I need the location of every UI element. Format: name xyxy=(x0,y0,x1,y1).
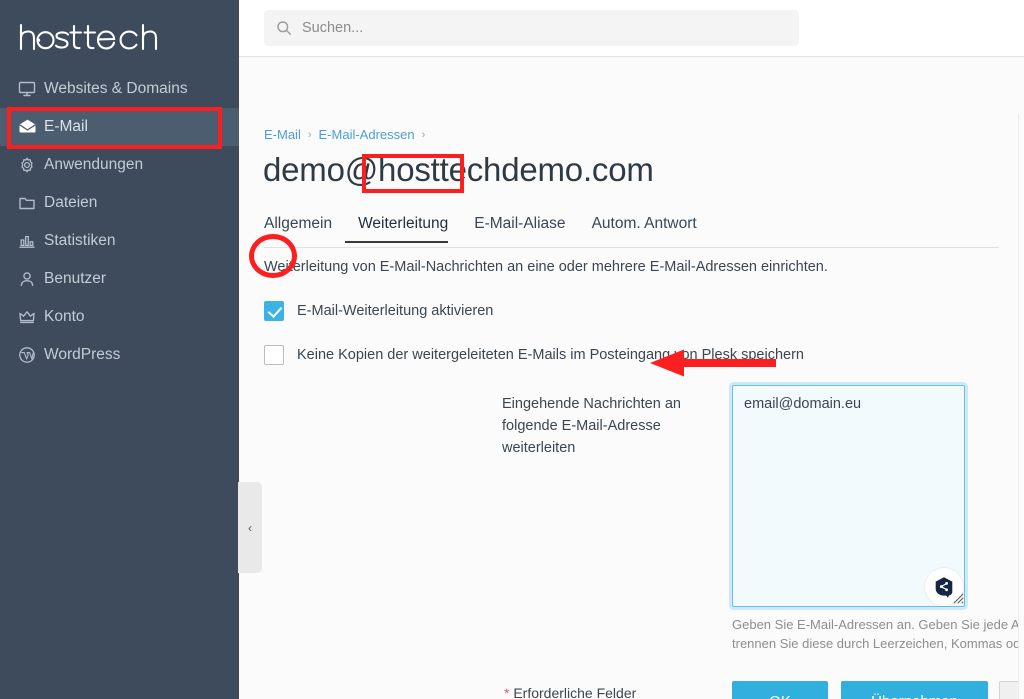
sidebar-item-benutzer[interactable]: Benutzer xyxy=(0,260,239,298)
apply-button[interactable]: Übernehmen xyxy=(841,681,988,699)
folder-icon xyxy=(18,193,44,213)
envelope-icon xyxy=(18,117,44,137)
search-box[interactable] xyxy=(264,10,799,46)
tab-email-aliase[interactable]: E-Mail-Aliase xyxy=(461,215,578,242)
sidebar-item-label: WordPress xyxy=(44,346,121,364)
enable-forwarding-label[interactable]: E-Mail-Weiterleitung aktivieren xyxy=(297,303,493,319)
no-copies-label[interactable]: Keine Kopien der weitergeleiteten E-Mail… xyxy=(297,347,804,363)
bar-chart-icon xyxy=(18,231,44,251)
chevron-right-icon: › xyxy=(307,128,312,141)
tab-bar: Allgemein Weiterleitung E-Mail-Aliase Au… xyxy=(264,215,999,248)
enable-forwarding-checkbox[interactable] xyxy=(264,301,284,321)
plesk-webmail-page: Websites & Domains E-Mail Anwendungen Da… xyxy=(0,0,1024,699)
forward-field-label: Eingehende Nachrichten an folgende E-Mai… xyxy=(502,396,681,456)
enable-forwarding-row[interactable]: E-Mail-Weiterleitung aktivieren xyxy=(264,301,493,321)
sidebar-collapse-toggle[interactable]: ‹ xyxy=(238,482,262,573)
gear-icon xyxy=(18,155,44,175)
search-icon xyxy=(276,20,298,36)
sidebar-item-label: E-Mail xyxy=(44,118,88,136)
sidebar-item-email[interactable]: E-Mail xyxy=(0,108,239,146)
sidebar-item-wordpress[interactable]: WordPress xyxy=(0,336,239,374)
breadcrumb: E-Mail › E-Mail-Adressen › xyxy=(264,127,425,142)
required-fields-label: Erforderliche Felder xyxy=(513,685,637,699)
chevron-left-icon: ‹ xyxy=(248,520,252,535)
sidebar-item-statistiken[interactable]: Statistiken xyxy=(0,222,239,260)
sidebar-item-anwendungen[interactable]: Anwendungen xyxy=(0,146,239,184)
sidebar-item-label: Dateien xyxy=(44,194,98,212)
content-scroll-edge[interactable] xyxy=(1018,114,1024,699)
sidebar-item-dateien[interactable]: Dateien xyxy=(0,184,239,222)
breadcrumb-item-email[interactable]: E-Mail xyxy=(264,127,301,142)
sidebar-item-label: Websites & Domains xyxy=(44,80,188,98)
breadcrumb-item-email-addresses[interactable]: E-Mail-Adressen xyxy=(319,127,415,142)
required-fields-note: * Erforderliche Felder xyxy=(504,685,636,699)
grammar-assistant-badge[interactable] xyxy=(925,568,963,606)
top-bar xyxy=(239,0,1024,57)
monitor-icon xyxy=(18,79,44,99)
no-copies-row[interactable]: Keine Kopien der weitergeleiteten E-Mail… xyxy=(264,345,804,365)
form-description: Weiterleitung von E-Mail-Nachrichten an … xyxy=(264,259,828,275)
user-icon xyxy=(18,269,44,289)
required-asterisk: * xyxy=(504,685,510,699)
forward-field-hint: Geben Sie E-Mail-Adressen an. Geben Sie … xyxy=(732,617,1024,651)
wordpress-icon xyxy=(18,345,44,365)
chevron-right-icon: › xyxy=(421,128,426,141)
ok-button[interactable]: OK xyxy=(732,681,828,699)
sidebar-nav: Websites & Domains E-Mail Anwendungen Da… xyxy=(0,70,239,374)
tab-allgemein[interactable]: Allgemein xyxy=(264,215,345,242)
content-area: E-Mail › E-Mail-Adressen › demo@hosttech… xyxy=(239,57,1024,699)
main-area: E-Mail › E-Mail-Adressen › demo@hosttech… xyxy=(239,0,1024,699)
page-title: demo@hosttechdemo.com xyxy=(263,151,654,188)
sidebar-item-konto[interactable]: Konto xyxy=(0,298,239,336)
sidebar-item-label: Konto xyxy=(44,308,85,326)
sidebar-item-label: Statistiken xyxy=(44,232,116,250)
sidebar-item-websites-domains[interactable]: Websites & Domains xyxy=(0,70,239,108)
no-copies-checkbox[interactable] xyxy=(264,345,284,365)
crown-icon xyxy=(18,307,44,327)
sidebar-item-label: Anwendungen xyxy=(44,156,144,174)
sidebar-item-label: Benutzer xyxy=(44,270,107,288)
hosttech-logo[interactable] xyxy=(18,18,188,60)
tab-weiterleitung[interactable]: Weiterleitung xyxy=(345,215,461,243)
search-input[interactable] xyxy=(298,20,787,36)
tab-autom-antwort[interactable]: Autom. Antwort xyxy=(579,215,710,242)
sidebar: Websites & Domains E-Mail Anwendungen Da… xyxy=(0,0,239,699)
